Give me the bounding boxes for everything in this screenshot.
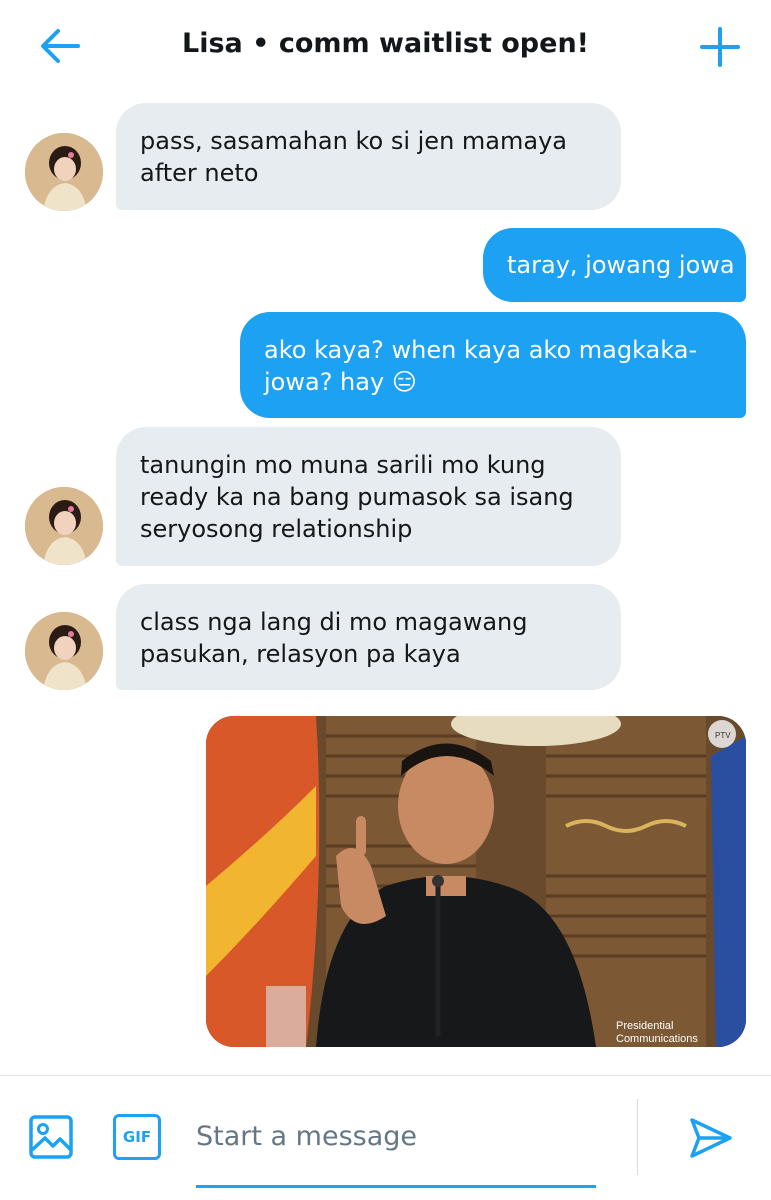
avatar[interactable] bbox=[25, 487, 103, 565]
message-text: pass, sasamahan ko si jen mamaya bbox=[140, 127, 567, 155]
arrow-left-icon[interactable] bbox=[38, 26, 82, 66]
input-focus-underline bbox=[196, 1185, 596, 1188]
watermark-text: Communications bbox=[616, 1033, 698, 1045]
message-bubble-outgoing[interactable]: ako kaya? when kaya ako magkaka- jowa? h… bbox=[240, 312, 746, 418]
meme-photo: PTV Presidential Communications bbox=[206, 716, 746, 1047]
message-line: jowa? hay 😑 bbox=[264, 366, 722, 398]
message-text: pasukan, relasyon pa kaya bbox=[140, 640, 461, 668]
avatar[interactable] bbox=[25, 612, 103, 690]
conversation-header: Lisa • comm waitlist open! bbox=[0, 0, 771, 96]
message-text: ready ka na bang pumasok sa isang bbox=[140, 483, 574, 511]
message-input[interactable] bbox=[196, 1116, 596, 1156]
image-icon[interactable] bbox=[28, 1114, 74, 1160]
ptv-logo: PTV bbox=[715, 731, 731, 740]
avatar[interactable] bbox=[25, 133, 103, 211]
message-bubble-incoming[interactable]: tanungin mo muna sarili mo kung ready ka… bbox=[116, 427, 621, 566]
plus-icon[interactable] bbox=[699, 26, 741, 68]
expressionless-emoji: 😑 bbox=[391, 368, 417, 396]
message-bubble-incoming[interactable]: class nga lang di mo magawang pasukan, r… bbox=[116, 584, 621, 690]
send-icon[interactable] bbox=[688, 1116, 734, 1160]
message-bubble-incoming[interactable]: pass, sasamahan ko si jen mamaya after n… bbox=[116, 103, 621, 210]
avatar-photo bbox=[25, 612, 103, 690]
message-text: seryosong relationship bbox=[140, 515, 413, 543]
message-text: class nga lang di mo magawang bbox=[140, 608, 528, 636]
message-bubble-outgoing[interactable]: taray, jowang jowa bbox=[483, 228, 746, 302]
avatar-photo bbox=[25, 133, 103, 211]
conversation-title[interactable]: Lisa • comm waitlist open! bbox=[110, 28, 661, 59]
message-text: jowa? hay bbox=[264, 368, 385, 396]
message-text: taray, jowang jowa bbox=[507, 251, 735, 279]
message-image[interactable]: PTV Presidential Communications bbox=[206, 716, 746, 1047]
message-text: tanungin mo muna sarili mo kung bbox=[140, 451, 546, 479]
message-text: after neto bbox=[140, 159, 259, 187]
message-text: ako kaya? when kaya ako magkaka- bbox=[264, 336, 698, 364]
composer-divider bbox=[637, 1099, 638, 1175]
avatar-photo bbox=[25, 487, 103, 565]
gif-button[interactable]: GIF bbox=[113, 1114, 161, 1160]
message-composer: GIF bbox=[0, 1075, 771, 1200]
watermark-text: Presidential bbox=[616, 1020, 673, 1032]
